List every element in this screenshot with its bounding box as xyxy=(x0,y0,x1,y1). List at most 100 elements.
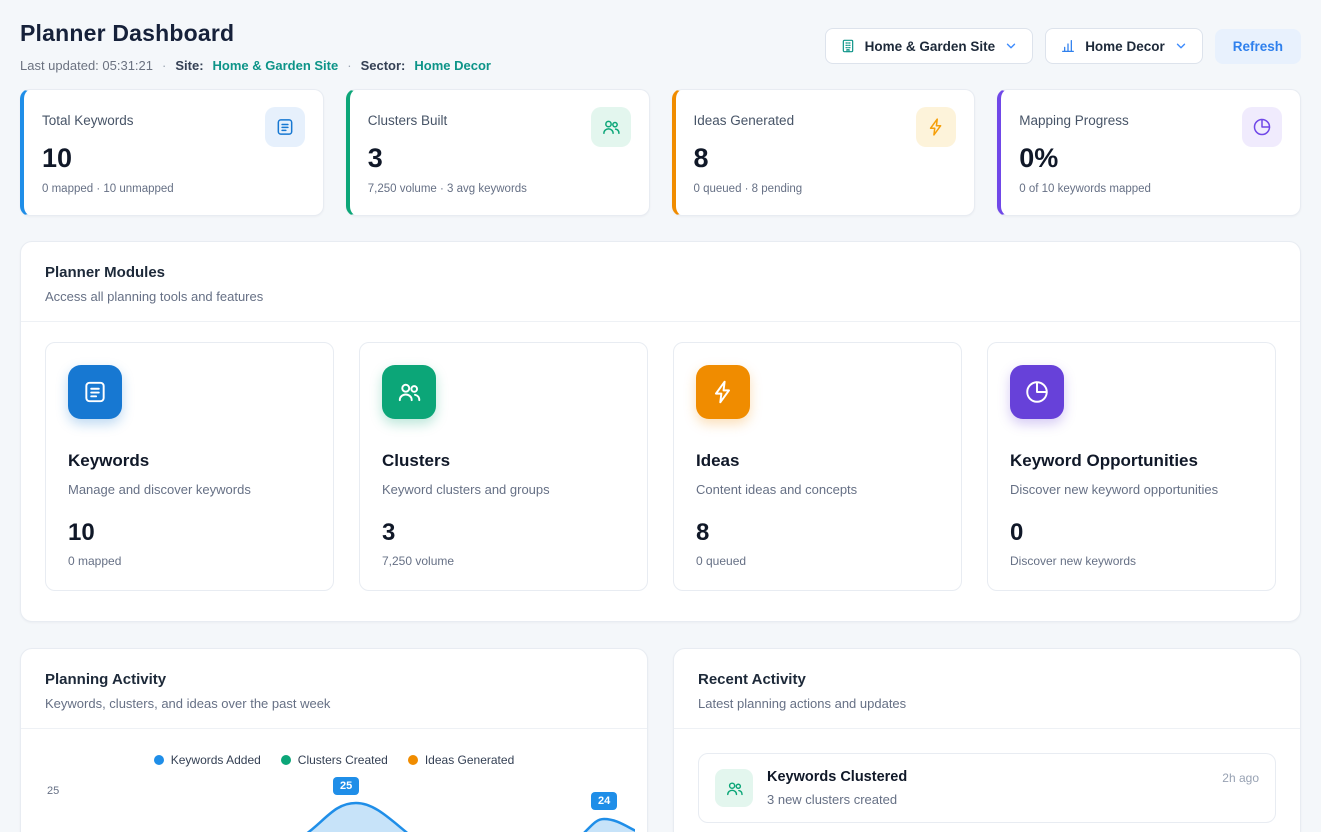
users-icon xyxy=(382,365,436,419)
module-subtext: 7,250 volume xyxy=(382,554,625,568)
sector-selector-dropdown[interactable]: Home Decor xyxy=(1045,28,1203,64)
separator-dot: · xyxy=(347,58,351,73)
modules-grid: Keywords Manage and discover keywords 10… xyxy=(21,322,1300,621)
data-point-label: 25 xyxy=(333,777,359,795)
separator-dot: · xyxy=(162,58,166,73)
list-icon xyxy=(265,107,305,147)
module-card-keyword-opportunities[interactable]: Keyword Opportunities Discover new keywo… xyxy=(987,342,1276,591)
stat-subtext: 0 mapped · 10 unmapped xyxy=(42,183,305,195)
pie-chart-icon xyxy=(1242,107,1282,147)
stat-value: 3 xyxy=(368,143,631,174)
module-value: 3 xyxy=(382,519,625,547)
header: Planner Dashboard Last updated: 05:31:21… xyxy=(20,20,1301,73)
building-icon xyxy=(840,38,856,54)
planning-activity-card: Planning Activity Keywords, clusters, an… xyxy=(20,648,648,832)
users-icon xyxy=(591,107,631,147)
stats-row: Total Keywords 10 0 mapped · 10 unmapped… xyxy=(20,89,1301,216)
planning-activity-body: Keywords Added Clusters Created Ideas Ge… xyxy=(21,729,647,832)
module-title: Ideas xyxy=(696,451,939,471)
stat-value: 10 xyxy=(42,143,305,174)
area-chart: 25 25 24 xyxy=(45,775,623,832)
module-value: 8 xyxy=(696,519,939,547)
list-icon xyxy=(68,365,122,419)
last-updated-text: Last updated: 05:31:21 xyxy=(20,58,153,73)
planning-activity-subtitle: Keywords, clusters, and ideas over the p… xyxy=(45,696,623,711)
planning-activity-title: Planning Activity xyxy=(45,671,623,688)
modules-header: Planner Modules Access all planning tool… xyxy=(21,242,1300,321)
planner-modules-card: Planner Modules Access all planning tool… xyxy=(20,241,1301,622)
bolt-icon xyxy=(696,365,750,419)
stat-subtext: 0 queued · 8 pending xyxy=(694,183,957,195)
stat-card-clusters-built: Clusters Built 3 7,250 volume · 3 avg ke… xyxy=(346,89,650,216)
stat-label: Ideas Generated xyxy=(694,107,795,128)
legend-label: Ideas Generated xyxy=(425,753,514,767)
module-description: Discover new keyword opportunities xyxy=(1010,482,1253,497)
activity-description: 3 new clusters created xyxy=(767,792,1208,807)
module-title: Keywords xyxy=(68,451,311,471)
header-subline: Last updated: 05:31:21 · Site: Home & Ga… xyxy=(20,58,491,73)
legend-item-clusters-created[interactable]: Clusters Created xyxy=(281,753,388,767)
module-subtext: Discover new keywords xyxy=(1010,554,1253,568)
activity-title: Keywords Clustered xyxy=(767,769,1208,785)
activity-timestamp: 2h ago xyxy=(1222,769,1259,785)
module-title: Clusters xyxy=(382,451,625,471)
module-value: 0 xyxy=(1010,519,1253,547)
module-subtext: 0 queued xyxy=(696,554,939,568)
planning-activity-header: Planning Activity Keywords, clusters, an… xyxy=(21,649,647,728)
module-description: Content ideas and concepts xyxy=(696,482,939,497)
sector-label: Sector: xyxy=(361,58,406,73)
legend-label: Keywords Added xyxy=(171,753,261,767)
chevron-down-icon xyxy=(1004,39,1018,53)
page-title: Planner Dashboard xyxy=(20,20,491,47)
legend-label: Clusters Created xyxy=(298,753,388,767)
recent-activity-body: Keywords Clustered 3 new clusters create… xyxy=(674,729,1300,832)
bar-chart-icon xyxy=(1060,38,1076,54)
recent-activity-header: Recent Activity Latest planning actions … xyxy=(674,649,1300,728)
header-controls: Home & Garden Site Home Decor Refresh xyxy=(825,28,1301,64)
recent-activity-subtitle: Latest planning actions and updates xyxy=(698,696,1276,711)
modules-title: Planner Modules xyxy=(45,264,1276,281)
stat-value: 8 xyxy=(694,143,957,174)
modules-subtitle: Access all planning tools and features xyxy=(45,289,1276,304)
stat-subtext: 0 of 10 keywords mapped xyxy=(1019,183,1282,195)
sector-link[interactable]: Home Decor xyxy=(414,58,491,73)
planner-dashboard-page: Planner Dashboard Last updated: 05:31:21… xyxy=(0,0,1321,832)
legend-item-ideas-generated[interactable]: Ideas Generated xyxy=(408,753,514,767)
bolt-icon xyxy=(916,107,956,147)
module-description: Manage and discover keywords xyxy=(68,482,311,497)
module-card-clusters[interactable]: Clusters Keyword clusters and groups 3 7… xyxy=(359,342,648,591)
stat-card-ideas-generated: Ideas Generated 8 0 queued · 8 pending xyxy=(672,89,976,216)
stat-card-total-keywords: Total Keywords 10 0 mapped · 10 unmapped xyxy=(20,89,324,216)
stat-value: 0% xyxy=(1019,143,1282,174)
site-selector-value: Home & Garden Site xyxy=(865,39,996,54)
sector-selector-value: Home Decor xyxy=(1085,39,1165,54)
stat-label: Total Keywords xyxy=(42,107,134,128)
recent-activity-card: Recent Activity Latest planning actions … xyxy=(673,648,1301,832)
bottom-row: Planning Activity Keywords, clusters, an… xyxy=(20,648,1301,832)
legend-item-keywords-added[interactable]: Keywords Added xyxy=(154,753,261,767)
stat-label: Mapping Progress xyxy=(1019,107,1129,128)
refresh-button[interactable]: Refresh xyxy=(1215,29,1301,64)
stat-label: Clusters Built xyxy=(368,107,448,128)
legend-dot-icon xyxy=(154,755,164,765)
chevron-down-icon xyxy=(1174,39,1188,53)
module-card-ideas[interactable]: Ideas Content ideas and concepts 8 0 que… xyxy=(673,342,962,591)
users-icon xyxy=(715,769,753,807)
module-value: 10 xyxy=(68,519,311,547)
legend-dot-icon xyxy=(281,755,291,765)
activity-texts: Keywords Clustered 3 new clusters create… xyxy=(767,769,1208,807)
activity-list-item[interactable]: Keywords Clustered 3 new clusters create… xyxy=(698,753,1276,823)
legend-dot-icon xyxy=(408,755,418,765)
module-card-keywords[interactable]: Keywords Manage and discover keywords 10… xyxy=(45,342,334,591)
site-label: Site: xyxy=(175,58,203,73)
module-subtext: 0 mapped xyxy=(68,554,311,568)
site-link[interactable]: Home & Garden Site xyxy=(213,58,339,73)
module-description: Keyword clusters and groups xyxy=(382,482,625,497)
data-point-label: 24 xyxy=(591,792,617,810)
header-titles: Planner Dashboard Last updated: 05:31:21… xyxy=(20,20,491,73)
module-title: Keyword Opportunities xyxy=(1010,451,1253,471)
site-selector-dropdown[interactable]: Home & Garden Site xyxy=(825,28,1034,64)
pie-chart-icon xyxy=(1010,365,1064,419)
stat-subtext: 7,250 volume · 3 avg keywords xyxy=(368,183,631,195)
recent-activity-title: Recent Activity xyxy=(698,671,1276,688)
